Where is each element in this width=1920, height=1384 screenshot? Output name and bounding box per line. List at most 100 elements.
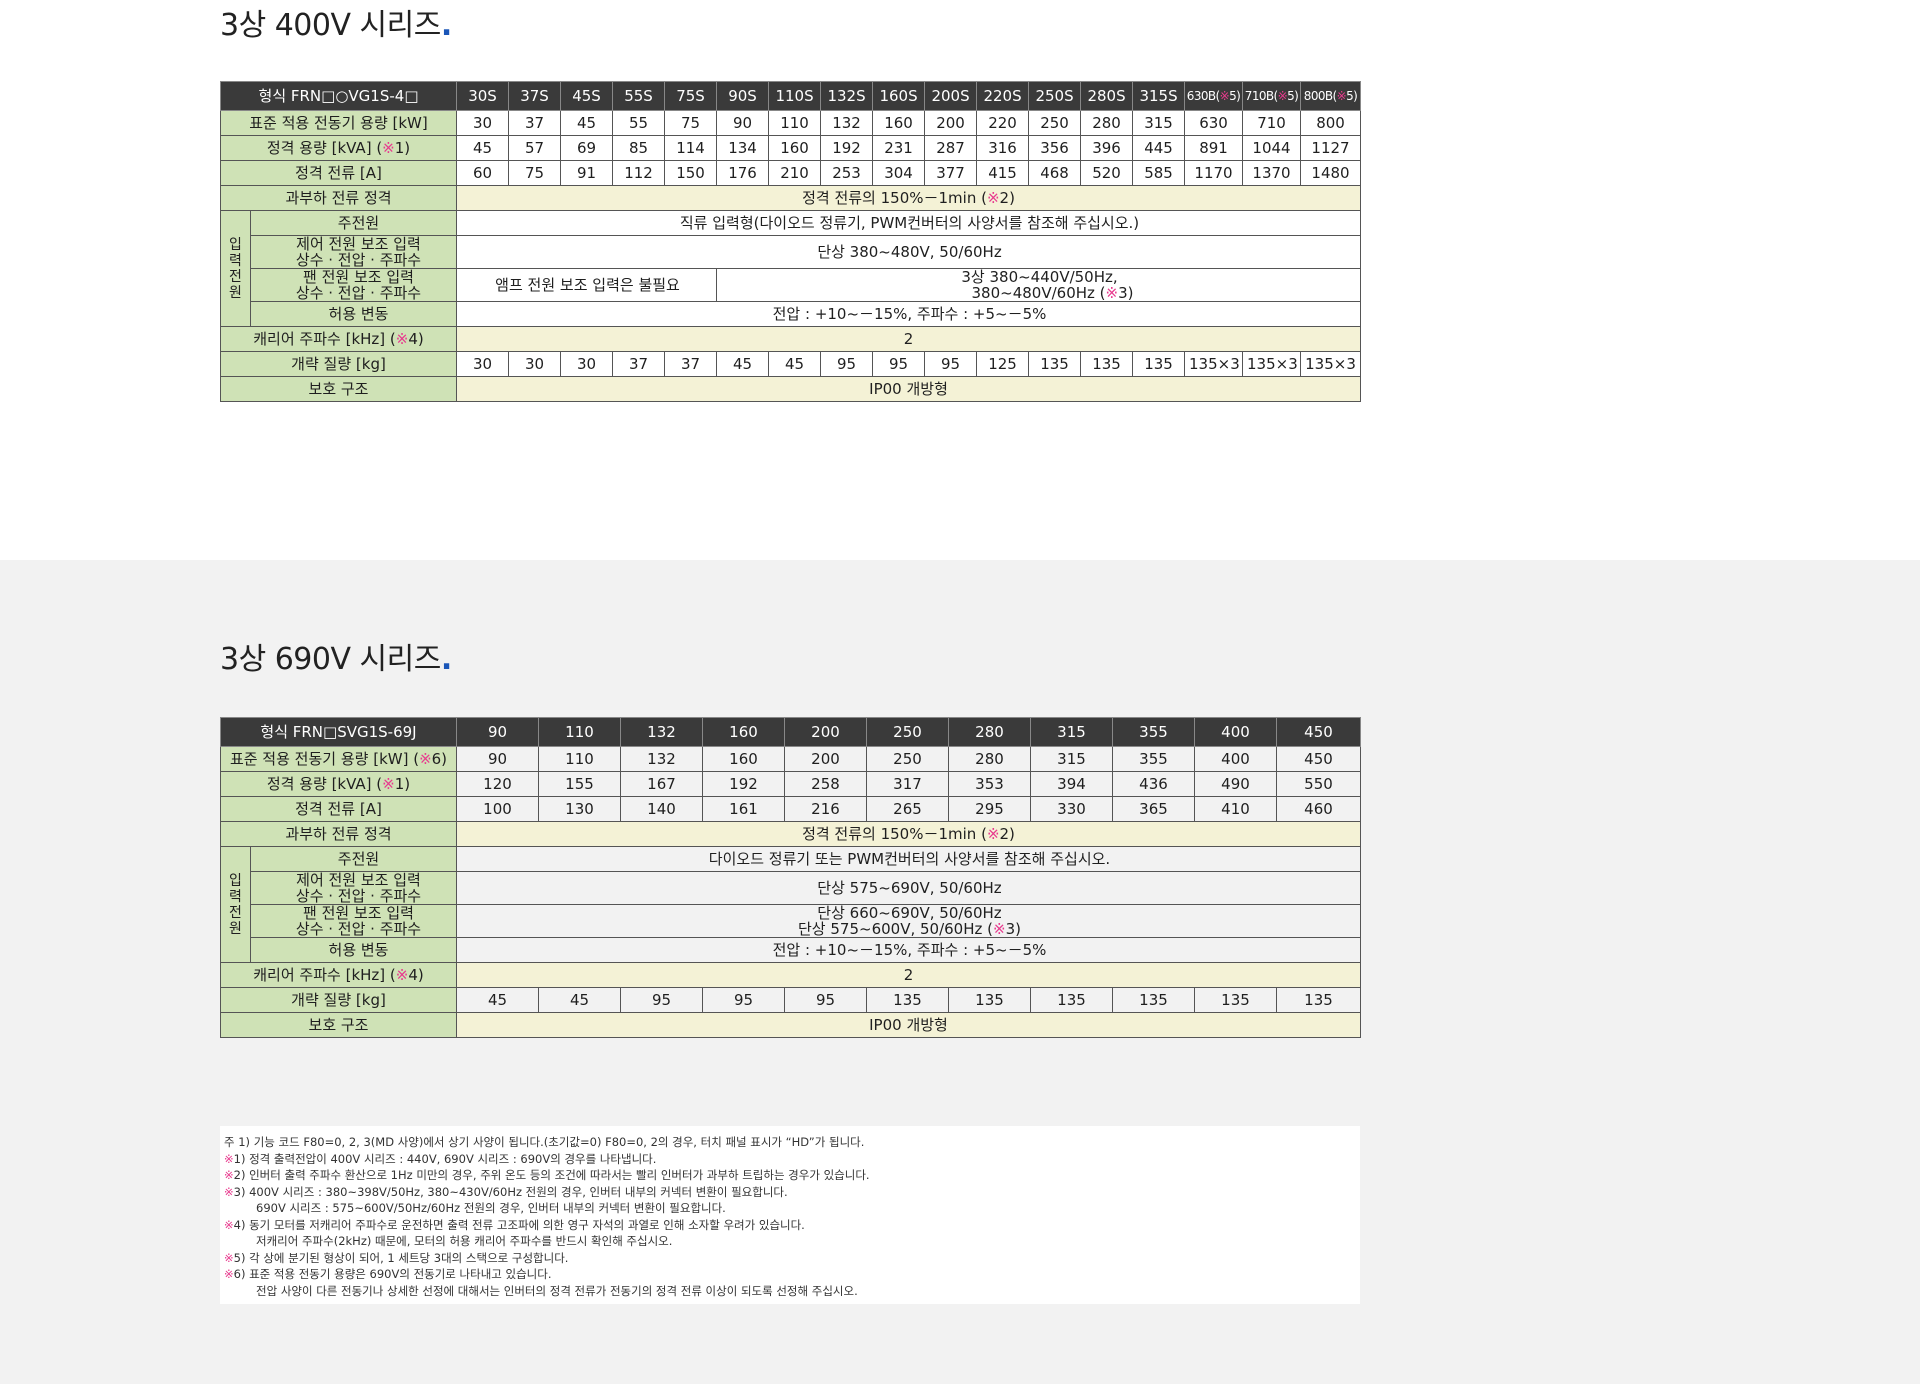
row-label: 보호 구조 — [220, 1012, 457, 1038]
value-cell: 265 — [866, 796, 949, 822]
row-ctrl-power: 제어 전원 보조 입력 상수 · 전압 · 주파수 단상 380~480V, 50… — [221, 235, 1362, 269]
note-mark: ※ — [224, 1184, 234, 1199]
row-fan-power: 팬 전원 보조 입력 상수 · 전압 · 주파수 앰프 전원 보조 입력은 불필요… — [221, 268, 1362, 302]
model-cell: 110S — [768, 81, 822, 111]
value-cell: 132 — [620, 746, 703, 772]
row-overload: 과부하 전류 정격 정격 전류의 150%－1min (※2) — [220, 821, 1361, 847]
main-power-value: 다이오드 정류기 또는 PWM컨버터의 사양서를 참조해 주십시오. — [456, 846, 1361, 872]
tolerance-value: 전압 : +10~－15%, 주파수 : +5~－5% — [456, 937, 1361, 963]
value-cell: 100 — [456, 796, 539, 822]
input-group-label: 입력전원 — [220, 210, 251, 327]
value-cell: 155 — [538, 771, 621, 797]
model-cell: 200 — [784, 717, 867, 747]
row-label: 캐리어 주파수 [kHz] (※4) — [219, 326, 458, 352]
value-cell: 1044 — [1242, 135, 1302, 161]
value-cell: 315 — [1030, 746, 1113, 772]
model-cell: 220S — [976, 81, 1030, 111]
value-cell: 316 — [976, 135, 1030, 161]
value-cell: 69 — [560, 135, 614, 161]
fan-power-value-a: 앰프 전원 보조 입력은 불필요 — [456, 268, 718, 302]
row-amp: 정격 전류 [A] 100 130 140 161 216 265 295 330 365 410… — [220, 796, 1361, 822]
value-cell: 710 — [1242, 110, 1302, 136]
spec-table-400v: 형식 FRN□○VG1S-4□ 30S 37S 45S 55S 75S 90S … — [219, 81, 1362, 402]
value-cell: 140 — [620, 796, 703, 822]
value-cell: 200 — [924, 110, 978, 136]
note-mark: ※ — [224, 1250, 234, 1265]
ctrl-power-value: 단상 380~480V, 50/60Hz — [456, 235, 1362, 269]
model-cell: 400 — [1194, 717, 1277, 747]
note-mark: ※ — [224, 1267, 234, 1281]
model-cell: 630B(※5) — [1184, 81, 1244, 111]
value-cell: 160 — [768, 135, 822, 161]
value-cell: 95 — [702, 987, 785, 1013]
model-cell: 55S — [612, 81, 666, 111]
model-cell: 710B(※5) — [1242, 81, 1302, 111]
row-label: 허용 변동 — [249, 301, 458, 327]
value-cell: 57 — [508, 135, 562, 161]
note-text: 5) 각 상에 분기된 형상이 되어, 1 세트당 3대의 스택으로 구성합니다… — [233, 1250, 569, 1265]
overload-value: 정격 전류의 150%－1min (※2) — [456, 821, 1361, 847]
model-cell: 132 — [620, 717, 703, 747]
input-group-label: 입력전원 — [220, 846, 251, 963]
row-label: 정격 전류 [A] — [220, 796, 457, 822]
row-label: 주전원 — [249, 210, 458, 236]
value-cell: 45 — [456, 135, 510, 161]
model-cell: 37S — [508, 81, 562, 111]
value-cell: 135×3 — [1300, 351, 1362, 377]
row-label: 개략 질량 [kg] — [219, 351, 458, 377]
value-cell: 37 — [612, 351, 666, 377]
value-cell: 317 — [866, 771, 949, 797]
row-tolerance: 허용 변동 전압 : +10~－15%, 주파수 : +5~－5% — [221, 301, 1362, 327]
value-cell: 365 — [1112, 796, 1195, 822]
value-cell: 468 — [1028, 160, 1082, 186]
row-label: 팬 전원 보조 입력 상수 · 전압 · 주파수 — [250, 904, 457, 938]
value-cell: 200 — [784, 746, 867, 772]
value-cell: 45 — [538, 987, 621, 1013]
row-main-power: 입력전원 주전원 다이오드 정류기 또는 PWM컨버터의 사양서를 참조해 주십… — [220, 846, 1361, 963]
footnote-line: 690V 시리즈 : 575~600V/50Hz/60Hz 전원의 경우, 인버… — [224, 1200, 1356, 1217]
value-cell: 110 — [768, 110, 822, 136]
footnote-line: 주 1) 기능 코드 F80=0, 2, 3(MD 사양)에서 상기 사양이 됩… — [224, 1134, 1356, 1151]
value-cell: 135 — [1276, 987, 1361, 1013]
value-cell: 95 — [820, 351, 874, 377]
model-cell: 200S — [924, 81, 978, 111]
header-row: 형식 FRN□○VG1S-4□ 30S 37S 45S 55S 75S 90S … — [219, 81, 1362, 111]
value-cell: 400 — [1194, 746, 1277, 772]
model-cell: 280 — [948, 717, 1031, 747]
value-cell: 150 — [664, 160, 718, 186]
row-mass: 개략 질량 [kg] 30 30 30 37 37 45 45 95 95 95 125 135 135… — [219, 351, 1362, 377]
row-tolerance: 허용 변동 전압 : +10~－15%, 주파수 : +5~－5% — [221, 937, 1361, 963]
value-cell: 490 — [1194, 771, 1277, 797]
value-cell: 135 — [948, 987, 1031, 1013]
row-overload: 과부하 전류 정격 정격 전류의 150%－1min (※2) — [219, 185, 1362, 211]
value-cell: 95 — [784, 987, 867, 1013]
heading-dot: . — [440, 8, 452, 43]
value-cell: 280 — [1080, 110, 1134, 136]
value-cell: 585 — [1132, 160, 1186, 186]
value-cell: 130 — [538, 796, 621, 822]
row-motor: 표준 적용 전동기 용량 [kW] (※6) 90 110 132 160 200 250… — [220, 746, 1361, 772]
value-cell: 394 — [1030, 771, 1113, 797]
row-label: 정격 용량 [kVA] (※1) — [219, 135, 458, 161]
row-ctrl-power: 제어 전원 보조 입력 상수 · 전압 · 주파수 단상 575~690V, 50… — [221, 871, 1361, 905]
value-cell: 132 — [820, 110, 874, 136]
value-cell: 550 — [1276, 771, 1361, 797]
value-cell: 330 — [1030, 796, 1113, 822]
model-label: 형식 FRN□○VG1S-4□ — [219, 81, 458, 111]
value-cell: 220 — [976, 110, 1030, 136]
value-cell: 30 — [508, 351, 562, 377]
value-cell: 90 — [716, 110, 770, 136]
model-cell: 160 — [702, 717, 785, 747]
value-cell: 315 — [1132, 110, 1186, 136]
value-cell: 30 — [456, 110, 510, 136]
main-power-value: 직류 입력형(다이오드 정류기, PWM컨버터의 사양서를 참조해 주십시오.) — [456, 210, 1362, 236]
row-kva: 정격 용량 [kVA] (※1) 120 155 167 192 258 317 353 39… — [220, 771, 1361, 797]
note-text: 주 1) 기능 코드 F80=0, 2, 3(MD 사양)에서 상기 사양이 됩… — [224, 1135, 865, 1149]
note-text: 6) 표준 적용 전동기 용량은 690V의 전동기로 나타내고 있습니다. — [233, 1267, 552, 1281]
model-cell: 110 — [538, 717, 621, 747]
value-cell: 295 — [948, 796, 1031, 822]
model-label: 형식 FRN□SVG1S-69J — [220, 717, 457, 747]
value-cell: 460 — [1276, 796, 1361, 822]
protection-value: IP00 개방형 — [456, 376, 1362, 402]
value-cell: 37 — [508, 110, 562, 136]
